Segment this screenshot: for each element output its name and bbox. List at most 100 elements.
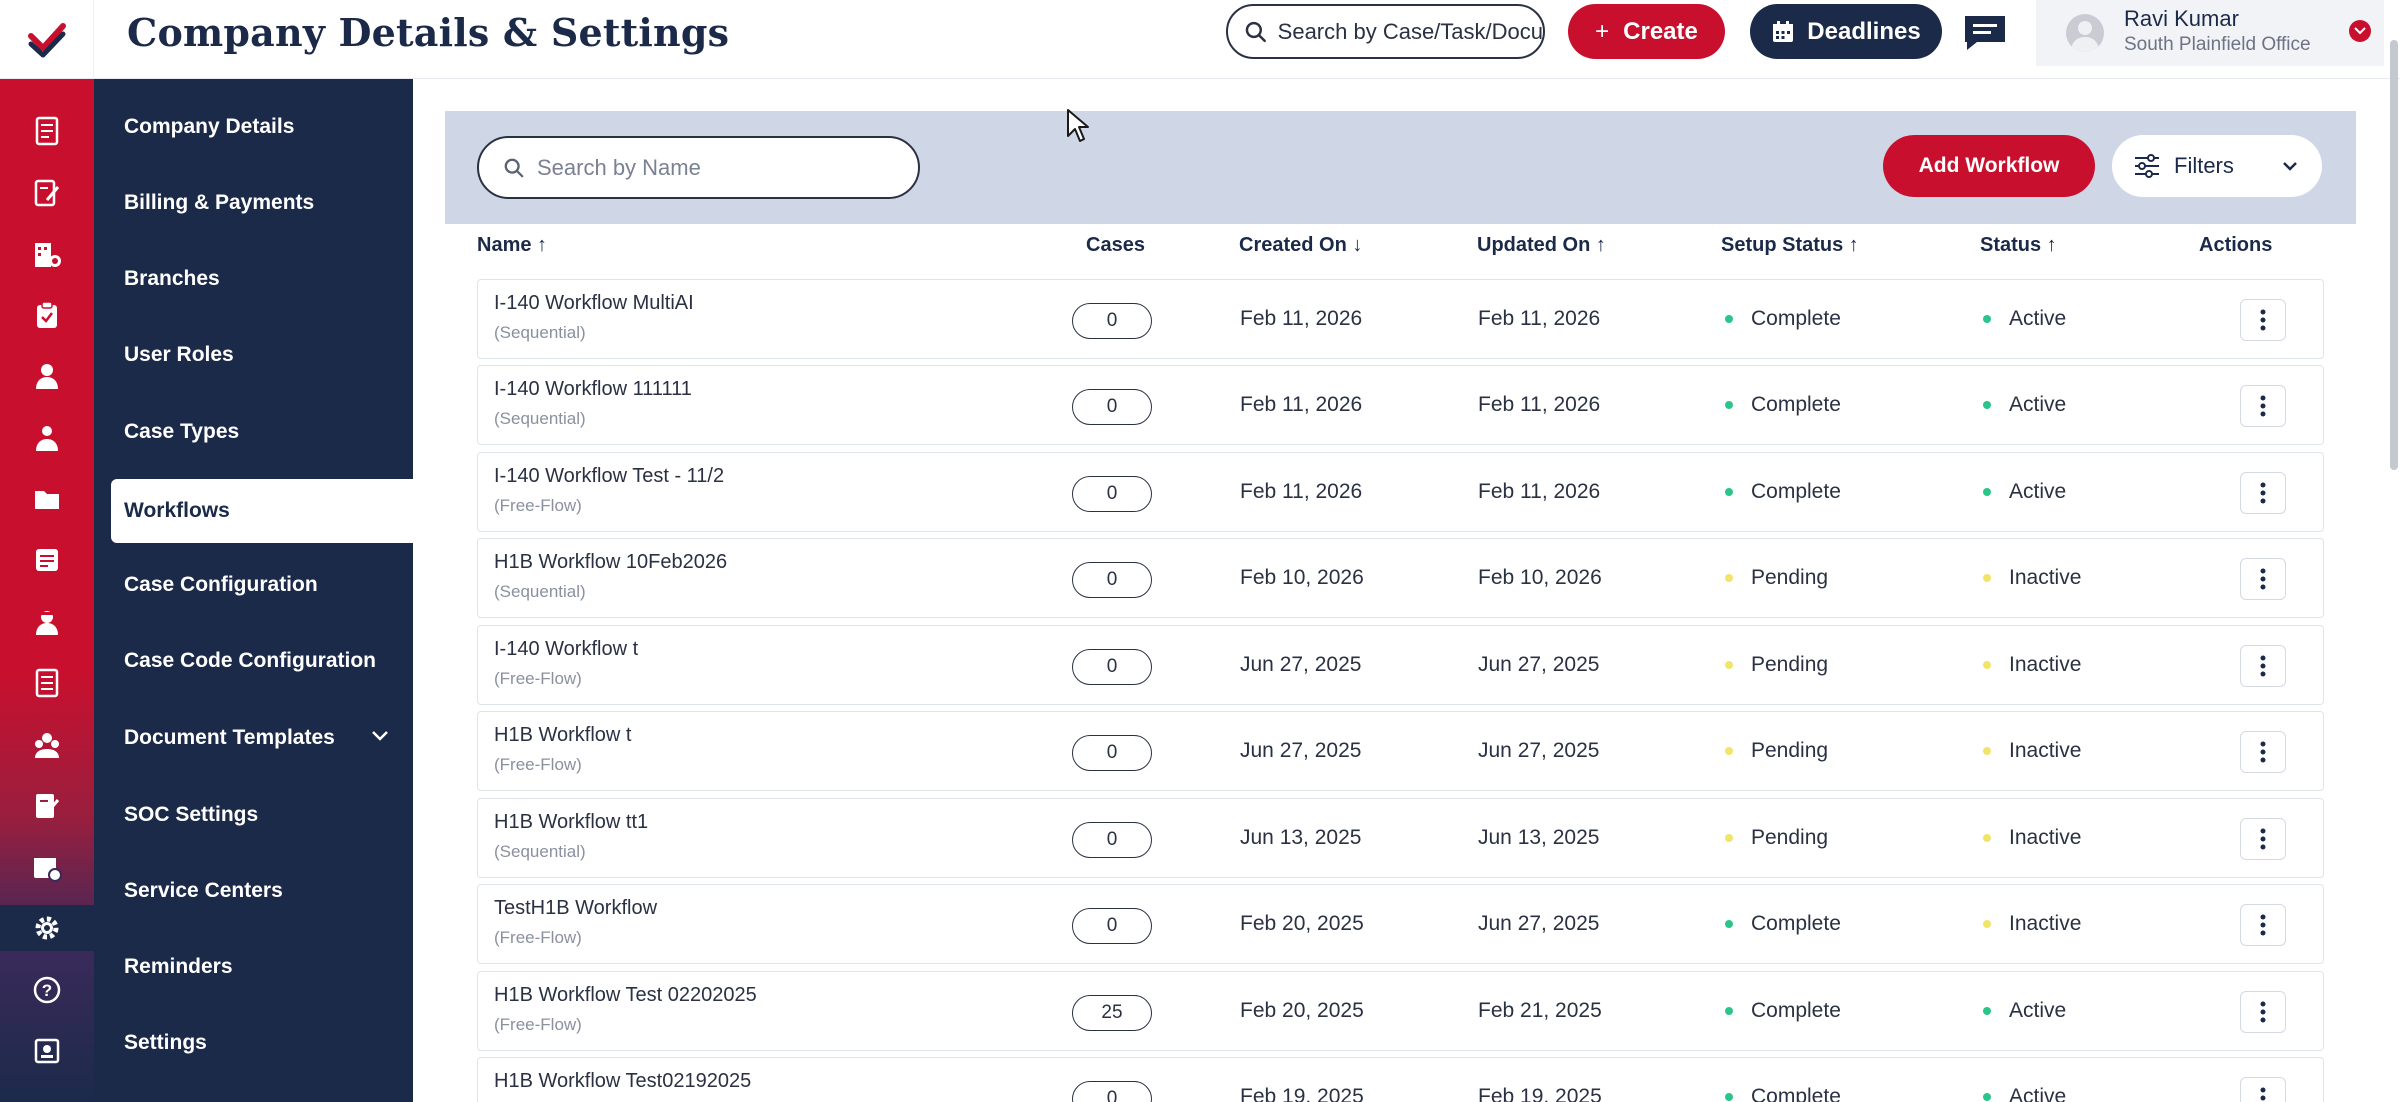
rail-agent-icon[interactable] [0,599,94,645]
created-on-date: Feb 11, 2026 [1240,480,1363,503]
table-row[interactable]: I-140 Workflow 111111 (Sequential) 0 Feb 11… [477,365,2324,445]
workflow-name[interactable]: H1B Workflow Test 02202025 [494,984,757,1007]
column-header-cases[interactable]: Cases [1086,234,1145,257]
row-actions-button[interactable] [2240,818,2286,860]
status-dot-icon [1983,1093,1991,1101]
status-badge: Inactive [1983,653,2081,677]
global-search-input[interactable]: Search by Case/Task/Docu [1226,4,1545,59]
rail-notes-icon[interactable] [0,537,94,583]
more-vertical-icon [2260,914,2266,936]
sidebar-item-case-code-configuration[interactable]: Case Code Configuration [94,629,413,693]
page-scrollbar[interactable] [2390,40,2398,470]
table-row[interactable]: I-140 Workflow Test - 11/2 (Free-Flow) 0 Fe… [477,452,2324,532]
setup-status-label: Complete [1751,393,1841,416]
calendar-icon [1773,20,1794,42]
sidebar-item-user-roles[interactable]: User Roles [94,323,413,387]
workflow-name[interactable]: H1B Workflow t [494,724,631,747]
workflow-name[interactable]: H1B Workflow Test02192025 [494,1070,751,1093]
sidebar-item-document-templates[interactable]: Document Templates [94,706,413,770]
sidebar-item-soc-settings[interactable]: SOC Settings [94,783,413,847]
sidebar-item-service-centers[interactable]: Service Centers [94,859,413,923]
table-row[interactable]: H1B Workflow 10Feb2026 (Sequential) 0 Feb 1… [477,538,2324,618]
sidebar-item-workflows[interactable]: Workflows [111,479,413,543]
rail-edit-document-icon[interactable] [0,170,94,216]
status-dot-icon [1725,315,1733,323]
row-actions-button[interactable] [2240,558,2286,600]
rail-document-icon[interactable] [0,108,94,154]
rail-gear-icon[interactable] [0,905,94,951]
status-badge: Inactive [1983,566,2081,590]
status-dot-icon [1725,920,1733,928]
rail-building-icon[interactable] [0,231,94,277]
row-actions-button[interactable] [2240,904,2286,946]
table-row[interactable]: I-140 Workflow MultiAI (Sequential) 0 Feb 1… [477,279,2324,359]
chat-button[interactable] [1962,12,2008,52]
row-actions-button[interactable] [2240,1077,2286,1102]
workflow-name[interactable]: H1B Workflow 10Feb2026 [494,551,727,574]
sidebar-item-label: User Roles [124,343,234,366]
rail-help-icon[interactable]: ? [0,967,94,1013]
cases-count-badge: 25 [1072,995,1152,1031]
column-header-updated-on[interactable]: Updated On ↑ [1477,234,1606,257]
column-header-setup-status[interactable]: Setup Status ↑ [1721,234,1859,257]
row-actions-button[interactable] [2240,299,2286,341]
create-button[interactable]: + Create [1568,4,1725,59]
sidebar-item-company-details[interactable]: Company Details [94,95,413,159]
column-header-status[interactable]: Status ↑ [1980,234,2057,257]
rail-calendar-settings-icon[interactable] [0,845,94,891]
table-row[interactable]: H1B Workflow Test02192025 0 Feb 19, 2025 Fe… [477,1057,2324,1102]
user-name: Ravi Kumar [2124,6,2239,31]
user-menu[interactable]: Ravi Kumar South Plainfield Office [2036,0,2384,66]
workflow-name[interactable]: I-140 Workflow 111111 [494,378,692,401]
rail-clipboard-icon[interactable] [0,292,94,338]
rail-team-icon[interactable] [0,722,94,768]
workflow-name[interactable]: I-140 Workflow t [494,638,638,661]
rail-people-icon[interactable] [0,415,94,461]
row-actions-button[interactable] [2240,645,2286,687]
sidebar-item-case-types[interactable]: Case Types [94,400,413,464]
status-dot-icon [1725,661,1733,669]
setup-status: Complete [1725,912,1841,936]
workflow-name[interactable]: I-140 Workflow Test - 11/2 [494,465,724,488]
status-dot-icon [1725,834,1733,842]
workflow-name[interactable]: TestH1B Workflow [494,897,657,920]
row-actions-button[interactable] [2240,472,2286,514]
status-dot-icon [1983,574,1991,582]
row-actions-button[interactable] [2240,991,2286,1033]
name-search-input[interactable] [537,154,897,181]
filters-button[interactable]: Filters [2112,135,2322,197]
status-dot-icon [1983,661,1991,669]
table-row[interactable]: I-140 Workflow t (Free-Flow) 0 Jun 27, 2025… [477,625,2324,705]
workflow-name[interactable]: I-140 Workflow MultiAI [494,292,694,315]
chevron-down-icon[interactable] [2349,20,2371,42]
sidebar-item-settings[interactable]: Settings [94,1011,413,1075]
sidebar-item-case-configuration[interactable]: Case Configuration [94,553,413,617]
mouse-cursor-icon [1067,109,1089,142]
rail-folder-icon[interactable] [0,476,94,522]
workflow-name[interactable]: H1B Workflow tt1 [494,811,648,834]
updated-on-date: Feb 10, 2026 [1478,566,1602,589]
rail-report-icon[interactable] [0,660,94,706]
rail-edit-file-icon[interactable] [0,783,94,829]
row-actions-button[interactable] [2240,385,2286,427]
column-header-name[interactable]: Name ↑ [477,234,547,257]
sidebar-item-reminders[interactable]: Reminders [94,935,413,999]
workflow-mode: (Free-Flow) [494,755,582,774]
name-search-field[interactable] [477,136,920,199]
table-row[interactable]: H1B Workflow tt1 (Sequential) 0 Jun 13, 202… [477,798,2324,878]
table-row[interactable]: H1B Workflow Test 02202025 (Free-Flow) 25 F… [477,971,2324,1051]
table-row[interactable]: H1B Workflow t (Free-Flow) 0 Jun 27, 2025 Ju… [477,711,2324,791]
rail-license-icon[interactable] [0,1029,94,1075]
sidebar-item-billing-payments[interactable]: Billing & Payments [94,171,413,235]
setup-status: Pending [1725,653,1828,677]
filters-label: Filters [2174,153,2234,178]
add-workflow-button[interactable]: Add Workflow [1883,135,2095,197]
table-row[interactable]: TestH1B Workflow (Free-Flow) 0 Feb 20, 2025… [477,884,2324,964]
column-header-created-on[interactable]: Created On ↓ [1239,234,1362,257]
sidebar-item-label: Reminders [124,955,233,978]
deadlines-button[interactable]: Deadlines [1750,4,1942,59]
sidebar-item-branches[interactable]: Branches [94,247,413,311]
rail-user-icon[interactable] [0,353,94,399]
brand-logo[interactable] [0,0,94,79]
row-actions-button[interactable] [2240,731,2286,773]
